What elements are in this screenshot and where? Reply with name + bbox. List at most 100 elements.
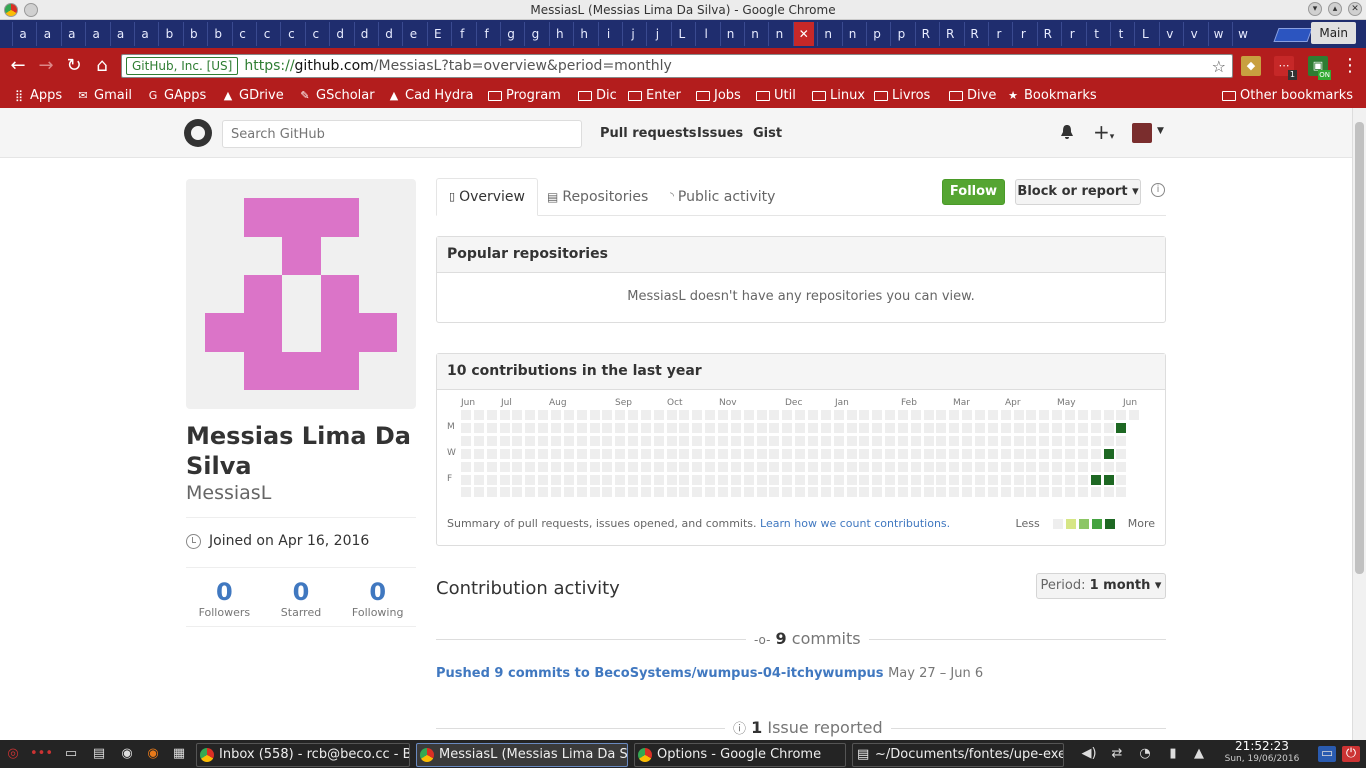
extension-icon[interactable]: ⋯ 1 <box>1274 56 1297 80</box>
contribution-day[interactable] <box>807 435 818 446</box>
contribution-day[interactable] <box>975 435 985 446</box>
browser-tab[interactable]: n <box>768 22 789 46</box>
contribution-day[interactable] <box>1077 410 1088 420</box>
browser-tab[interactable]: e <box>402 22 423 46</box>
contribution-day[interactable] <box>820 474 831 485</box>
contribution-day[interactable] <box>859 410 870 420</box>
contribution-day[interactable] <box>525 474 536 485</box>
contribution-day[interactable] <box>923 448 934 459</box>
browser-tab[interactable]: R <box>914 22 936 46</box>
contribution-day[interactable] <box>1064 461 1075 472</box>
contribution-day[interactable] <box>640 422 651 433</box>
contribution-day[interactable] <box>538 448 549 459</box>
contribution-day[interactable] <box>1026 461 1037 472</box>
browser-tab[interactable]: R <box>1036 22 1058 46</box>
contribution-day[interactable] <box>910 422 921 433</box>
bookmark-gmail[interactable]: ✉ Gmail <box>76 86 132 106</box>
browser-tab[interactable]: c <box>231 22 253 46</box>
power-icon[interactable]: ⏻ <box>1342 746 1360 762</box>
contribution-day[interactable] <box>692 461 703 472</box>
contribution-day[interactable] <box>589 448 600 459</box>
screen-icon[interactable]: ▭ <box>1318 746 1336 762</box>
contribution-day[interactable] <box>550 410 561 420</box>
firefox-launcher-icon[interactable]: ◉ <box>144 746 162 762</box>
contribution-day[interactable] <box>743 448 754 459</box>
browser-tab[interactable]: b <box>158 22 179 46</box>
contribution-day[interactable] <box>653 422 664 433</box>
nav-issues[interactable]: Issues <box>697 126 743 141</box>
contribution-day[interactable] <box>795 410 806 420</box>
contribution-day[interactable] <box>1090 435 1101 446</box>
contribution-day[interactable] <box>846 487 857 498</box>
contribution-day[interactable] <box>576 461 587 472</box>
contribution-day[interactable] <box>461 474 471 485</box>
browser-tab[interactable]: i <box>597 22 619 46</box>
calculator-icon[interactable]: ▦ <box>170 746 188 762</box>
contribution-day[interactable] <box>1000 461 1011 472</box>
bookmark-bookmarks[interactable]: ★ Bookmarks <box>1006 86 1097 106</box>
contribution-day[interactable] <box>756 487 767 498</box>
contribution-day[interactable] <box>602 422 613 433</box>
tray-arrow-icon[interactable]: ▲ <box>1190 746 1208 762</box>
contribution-day[interactable] <box>512 435 523 446</box>
contribution-day[interactable] <box>563 461 574 472</box>
contribution-day[interactable] <box>1090 487 1101 498</box>
extension-icon[interactable]: ◆ <box>1241 56 1261 76</box>
contribution-day[interactable] <box>987 461 998 472</box>
battery-icon[interactable]: ▮ <box>1164 746 1182 762</box>
contribution-day[interactable] <box>730 410 741 420</box>
browser-tab[interactable]: h <box>573 22 594 46</box>
contribution-day[interactable] <box>538 461 549 472</box>
contribution-day[interactable] <box>807 487 818 498</box>
search-input[interactable] <box>222 120 582 148</box>
contribution-day[interactable] <box>615 422 626 433</box>
contribution-day[interactable] <box>795 448 806 459</box>
contribution-day[interactable] <box>897 422 908 433</box>
home-icon[interactable]: ⌂ <box>90 54 114 78</box>
forward-icon[interactable]: → <box>34 54 58 78</box>
contribution-day[interactable] <box>807 448 818 459</box>
contribution-day[interactable] <box>910 410 921 420</box>
contribution-day[interactable] <box>795 435 806 446</box>
contribution-day[interactable] <box>975 448 985 459</box>
contribution-day[interactable] <box>923 474 934 485</box>
contribution-day[interactable] <box>846 474 857 485</box>
tab-public-activity[interactable]: ◝ Public activity <box>670 178 775 216</box>
contribution-day[interactable] <box>653 410 664 420</box>
contribution-day[interactable] <box>628 435 639 446</box>
contribution-day[interactable] <box>486 448 497 459</box>
contribution-day[interactable] <box>692 435 703 446</box>
contribution-day[interactable] <box>1000 410 1011 420</box>
contribution-day[interactable] <box>1039 410 1050 420</box>
nav-gist[interactable]: Gist <box>753 126 782 141</box>
contribution-day[interactable] <box>1039 461 1050 472</box>
bookmark-apps[interactable]: ⣿ Apps <box>12 86 62 106</box>
contribution-day[interactable] <box>782 487 793 498</box>
contribution-day[interactable] <box>679 487 690 498</box>
browser-tab[interactable]: h <box>548 22 570 46</box>
contribution-day[interactable] <box>666 422 677 433</box>
contribution-day[interactable] <box>910 487 921 498</box>
contribution-day[interactable] <box>1052 422 1063 433</box>
browser-tab[interactable]: r <box>1061 22 1082 46</box>
contribution-day[interactable] <box>615 448 626 459</box>
contribution-day[interactable] <box>1116 461 1127 472</box>
contribution-day[interactable] <box>923 410 934 420</box>
contribution-day[interactable] <box>897 410 908 420</box>
contribution-day[interactable] <box>1103 461 1114 472</box>
bookmark-program[interactable]: Program <box>488 86 561 106</box>
chrome-launcher-icon[interactable]: ◉ <box>118 746 136 762</box>
back-icon[interactable]: ← <box>6 54 30 78</box>
contribution-day[interactable] <box>756 474 767 485</box>
contribution-day[interactable] <box>782 410 793 420</box>
url-text[interactable]: https://github.com/MessiasL?tab=overview… <box>244 58 671 74</box>
contribution-day[interactable] <box>885 422 896 433</box>
contribution-day[interactable] <box>782 448 793 459</box>
contribution-day[interactable] <box>949 410 960 420</box>
contribution-day[interactable] <box>692 487 703 498</box>
contribution-day[interactable] <box>538 410 549 420</box>
contribution-day[interactable] <box>705 435 716 446</box>
contribution-day[interactable] <box>795 422 806 433</box>
contribution-day[interactable] <box>885 410 896 420</box>
contribution-day[interactable] <box>615 474 626 485</box>
